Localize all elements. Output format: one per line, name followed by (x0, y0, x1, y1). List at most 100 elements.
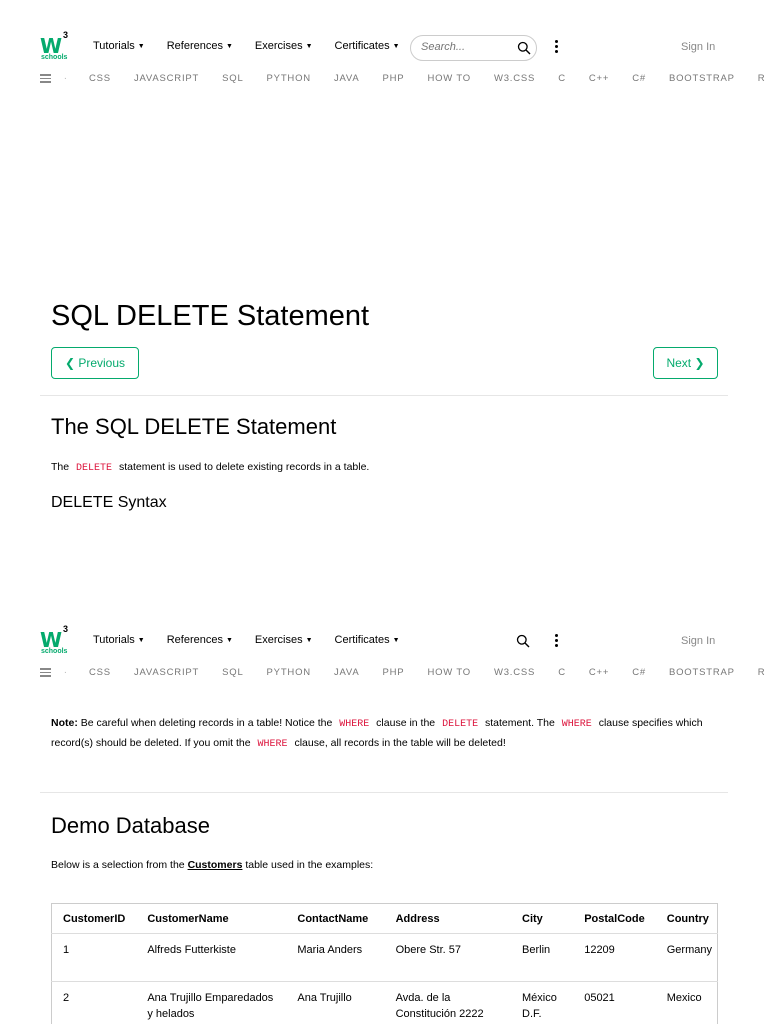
subnav-w3css[interactable]: W3.CSS (494, 667, 535, 678)
subnav-dot: . (64, 71, 67, 82)
subnav-php[interactable]: PHP (383, 73, 405, 84)
code-keyword: WHERE (339, 719, 370, 730)
subnav-cpp[interactable]: C++ (589, 667, 609, 678)
column-header: CustomerName (136, 903, 287, 934)
caret-down-icon: ▼ (392, 42, 400, 50)
more-options-icon[interactable] (553, 633, 559, 649)
w3schools-logo[interactable]: W 3 schools (40, 624, 72, 656)
text: clause, all records in the table will be… (291, 737, 506, 749)
code-keyword: WHERE (561, 719, 592, 730)
subnav-bootstrap[interactable]: BOOTSTRAP (669, 73, 735, 84)
subnav-javascript[interactable]: JAVASCRIPT (134, 667, 199, 678)
menu-certificates[interactable]: Certificates ▼ (335, 634, 400, 646)
subnav-cpp[interactable]: C++ (589, 73, 609, 84)
logo-superscript: 3 (63, 30, 69, 40)
caret-down-icon: ▼ (225, 42, 233, 50)
sign-in-link[interactable]: Sign In (681, 635, 715, 647)
section-title: The SQL DELETE Statement (51, 414, 337, 439)
hamburger-menu-icon[interactable] (40, 668, 51, 677)
text: Be careful when deleting records in a ta… (77, 717, 336, 729)
menu-tutorials[interactable]: Tutorials ▼ (93, 634, 145, 646)
subnav-python[interactable]: PYTHON (267, 73, 311, 84)
menu-certificates[interactable]: Certificates ▼ (335, 40, 400, 52)
hamburger-menu-icon[interactable] (40, 74, 51, 83)
sign-in-link[interactable]: Sign In (681, 41, 715, 53)
subnav-java[interactable]: JAVA (334, 73, 360, 84)
subnav-csharp[interactable]: C# (632, 73, 646, 84)
menu-label: References (166, 40, 223, 52)
text: table used in the examples: (242, 859, 374, 871)
subnav-w3css[interactable]: W3.CSS (494, 73, 535, 84)
table-cell: Berlin (511, 933, 574, 982)
table-cell: 1 (51, 933, 137, 982)
main-menu: Tutorials ▼ References ▼ Exercises ▼ Certif… (93, 634, 422, 646)
subnav-c[interactable]: C (558, 667, 566, 678)
intro-paragraph: The DELETE statement is used to delete e… (51, 458, 369, 478)
table-row: 1 Alfreds Futterkiste Maria Anders Obere… (51, 933, 718, 982)
table-cell: México D.F. (511, 981, 574, 1024)
previous-button[interactable]: ❮ Previous (51, 347, 139, 379)
menu-exercises[interactable]: Exercises ▼ (255, 40, 313, 52)
top-navigation-bar: W 3 schools Tutorials ▼ References ▼ Exerc… (0, 28, 768, 92)
syntax-title: DELETE Syntax (51, 494, 167, 511)
menu-label: Certificates (334, 634, 390, 646)
text: statement. The (482, 717, 558, 729)
subnav-sql[interactable]: SQL (222, 667, 243, 678)
menu-label: Tutorials (93, 634, 135, 646)
caret-down-icon: ▼ (305, 636, 313, 644)
subnav-dot: . (64, 665, 67, 676)
next-button[interactable]: Next ❯ (653, 347, 718, 379)
subnav-bootstrap[interactable]: BOOTSTRAP (669, 667, 735, 678)
subnav-css[interactable]: CSS (89, 667, 111, 678)
page-title: SQL DELETE Statement (51, 300, 370, 332)
subnav-r[interactable]: R (758, 73, 766, 84)
column-header: ContactName (286, 903, 385, 934)
subnav-r[interactable]: R (758, 667, 766, 678)
note-label: Note: (51, 717, 78, 729)
table-cell: 05021 (573, 981, 656, 1024)
demo-database-title: Demo Database (51, 813, 210, 838)
search-icon[interactable] (516, 634, 530, 648)
table-cell: 12209 (573, 933, 656, 982)
subnav-php[interactable]: PHP (383, 667, 405, 678)
logo-superscript: 3 (63, 624, 69, 634)
search-input[interactable] (421, 41, 511, 53)
column-header: CustomerID (51, 903, 137, 934)
menu-label: Exercises (254, 40, 303, 52)
column-header: Address (384, 903, 512, 934)
sticky-navigation-bar: W 3 schools Tutorials ▼ References ▼ Exerc… (0, 622, 768, 686)
subnav-javascript[interactable]: JAVASCRIPT (134, 73, 199, 84)
menu-references[interactable]: References ▼ (167, 40, 233, 52)
menu-tutorials[interactable]: Tutorials ▼ (93, 40, 145, 52)
caret-down-icon: ▼ (225, 636, 233, 644)
subnav-c[interactable]: C (558, 73, 566, 84)
table-cell: Germany (655, 933, 718, 982)
text: clause in the (373, 717, 439, 729)
w3schools-logo[interactable]: W 3 schools (40, 30, 72, 62)
search-box (410, 35, 537, 61)
subnav-howto[interactable]: HOW TO (427, 73, 471, 84)
caret-down-icon: ▼ (305, 42, 313, 50)
table-cell: Mexico (655, 981, 718, 1024)
subnav-java[interactable]: JAVA (334, 667, 360, 678)
subnav-css[interactable]: CSS (89, 73, 111, 84)
subnav-items: CSS JAVASCRIPT SQL PYTHON JAVA PHP HOW T… (89, 667, 768, 678)
customers-link[interactable]: Customers (188, 859, 243, 871)
logo-subtext: schools (41, 54, 68, 61)
subnav-csharp[interactable]: C# (632, 667, 646, 678)
code-keyword: DELETE (442, 719, 479, 730)
subnav-sql[interactable]: SQL (222, 73, 243, 84)
menu-exercises[interactable]: Exercises ▼ (255, 634, 313, 646)
subject-nav: . CSS JAVASCRIPT SQL PYTHON JAVA PHP HOW… (0, 665, 768, 681)
table-cell: Avda. de la Constitución 2222 (384, 981, 512, 1024)
search-icon[interactable] (517, 41, 531, 55)
more-options-icon[interactable] (553, 39, 559, 55)
customers-table: CustomerID CustomerName ContactName Addr… (51, 903, 718, 1024)
menu-references[interactable]: References ▼ (167, 634, 233, 646)
caret-down-icon: ▼ (137, 636, 145, 644)
column-header: City (511, 903, 574, 934)
text: Below is a selection from the (51, 859, 188, 871)
subnav-python[interactable]: PYTHON (267, 667, 311, 678)
subnav-howto[interactable]: HOW TO (427, 667, 471, 678)
menu-label: Exercises (254, 634, 303, 646)
